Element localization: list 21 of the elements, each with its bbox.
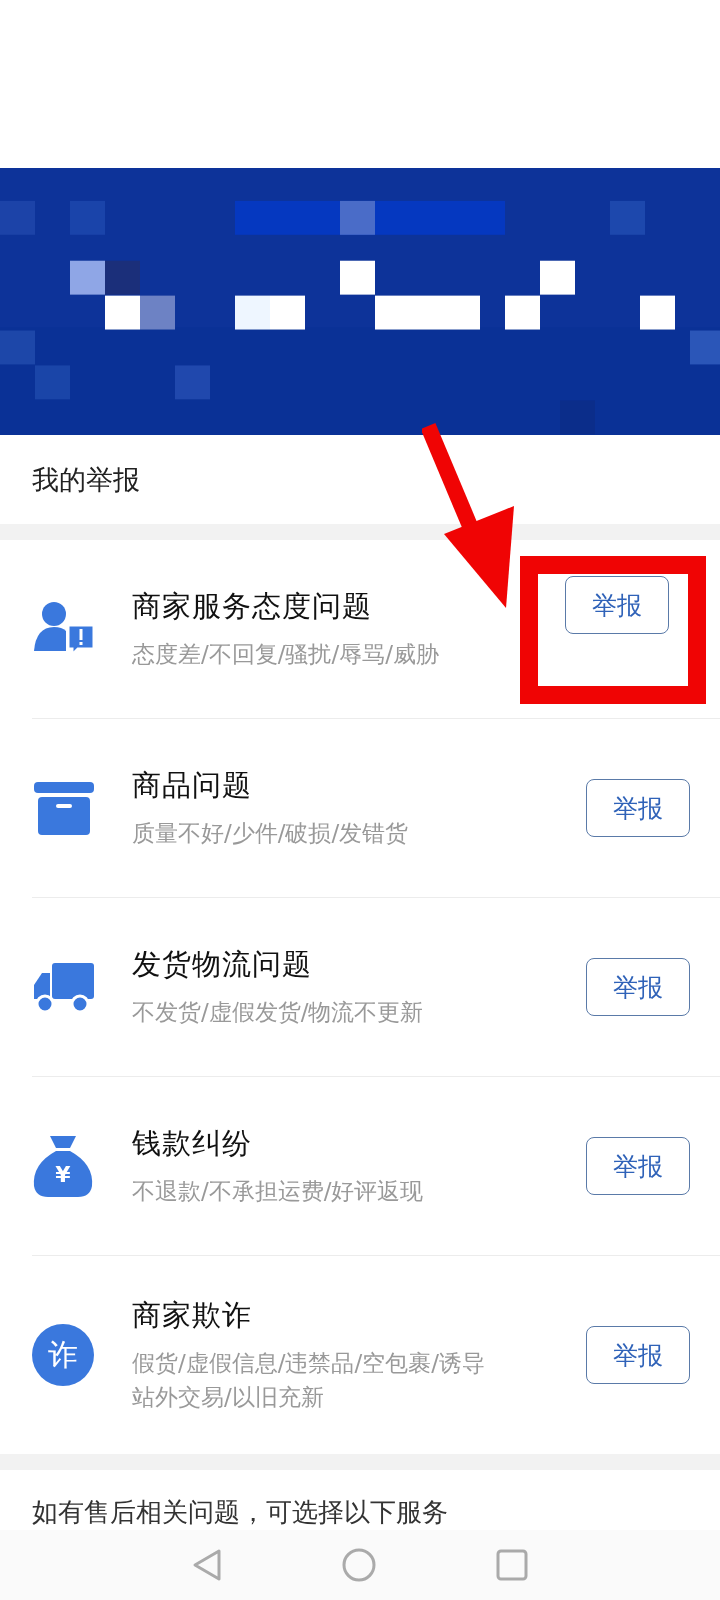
- fraud-icon: 诈: [32, 1324, 94, 1387]
- home-icon[interactable]: [342, 1548, 376, 1583]
- item-description: 态度差/不回复/骚扰/辱骂/威胁: [132, 640, 440, 670]
- report-button[interactable]: 举报: [586, 958, 690, 1017]
- item-title: 发货物流问题: [132, 946, 313, 984]
- footer-text: 如有售后相关问题，可选择以下服务: [32, 1496, 448, 1530]
- item-title: 商品问题: [132, 767, 253, 805]
- section-title: 我的举报: [32, 462, 140, 497]
- item-description: 假货/虚假信息/违禁品/空包裹/诱导站外交易/以旧充新: [132, 1348, 486, 1413]
- report-button[interactable]: 举报: [586, 1137, 690, 1196]
- back-icon[interactable]: [192, 1548, 222, 1583]
- item-title: 商家服务态度问题: [132, 588, 373, 626]
- item-description: 质量不好/少件/破损/发错货: [132, 819, 410, 849]
- item-description: 不退款/不承担运费/好评返现: [132, 1177, 425, 1207]
- report-button[interactable]: 举报: [586, 1326, 690, 1385]
- item-title: 商家欺诈: [132, 1296, 253, 1334]
- item-description: 不发货/虚假发货/物流不更新: [132, 998, 425, 1028]
- report-button[interactable]: 举报: [586, 779, 690, 838]
- recents-icon[interactable]: [496, 1549, 528, 1582]
- item-title: 钱款纠纷: [132, 1125, 253, 1163]
- report-button[interactable]: 举报: [565, 576, 669, 635]
